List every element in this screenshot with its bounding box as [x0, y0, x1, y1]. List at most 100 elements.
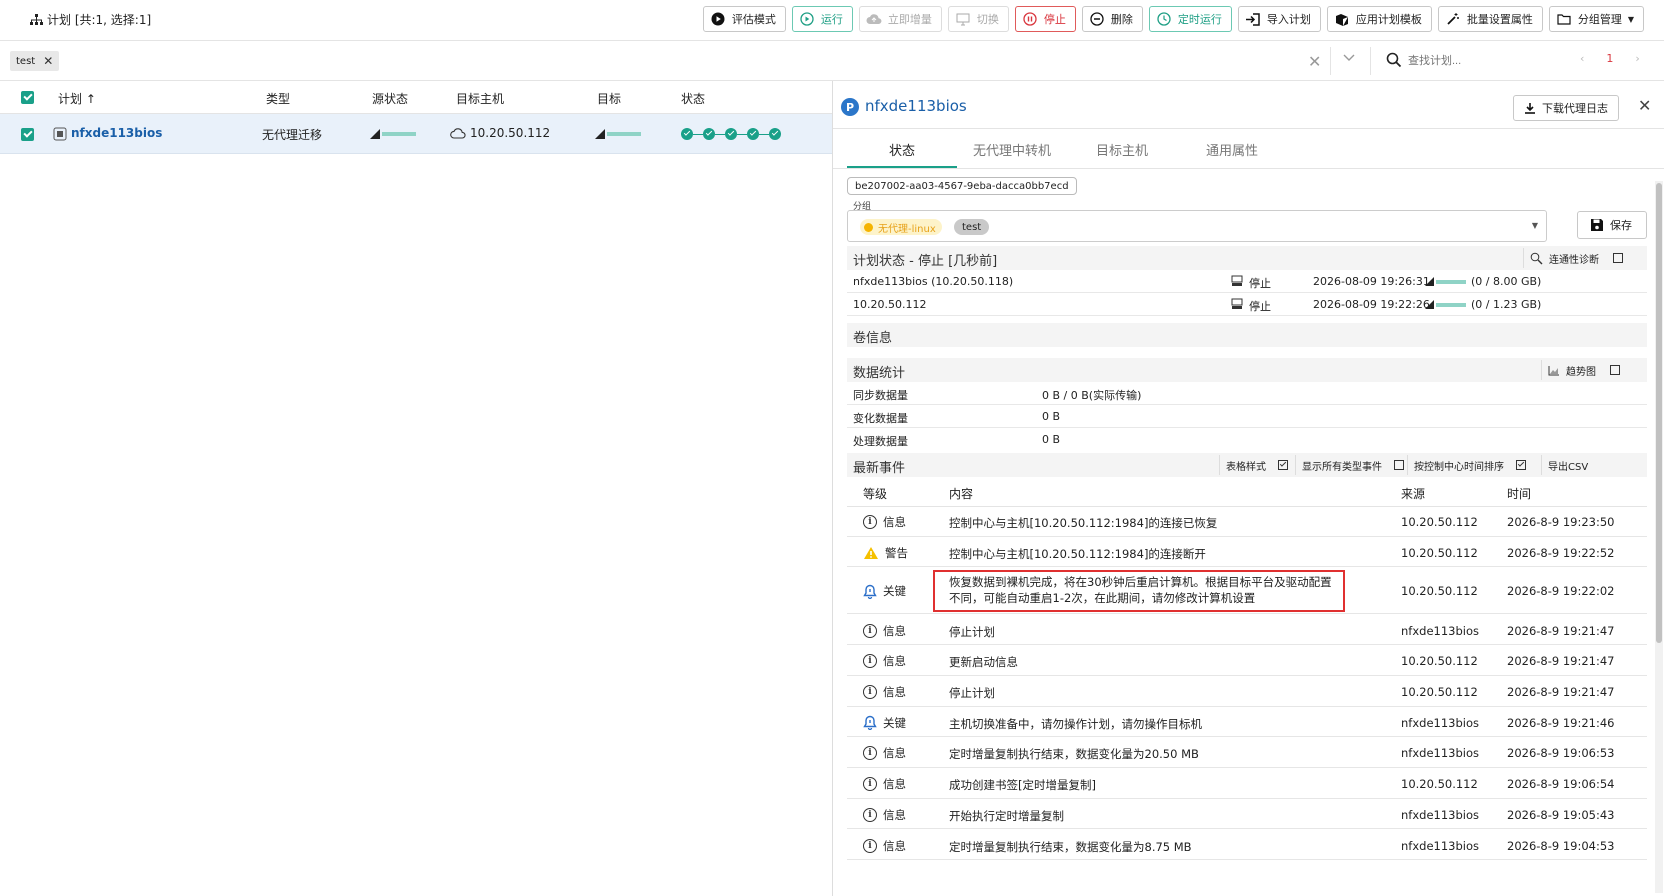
event-row[interactable]: i 信息 停止计划 nfxde113bios 2026-8-9 19:21:47	[847, 616, 1647, 646]
event-content: 定时增量复制执行结束，数据变化量为8.75 MB	[949, 839, 1192, 854]
event-row[interactable]: i 信息 开始执行定时增量复制 nfxde113bios 2026-8-9 19:05:…	[847, 800, 1647, 830]
group-select[interactable]: 无代理-linux test ▼	[847, 210, 1547, 242]
event-source: 10.20.50.112	[1401, 515, 1478, 529]
warning-icon	[863, 546, 879, 560]
panel-header: P nfxde113bios 下载代理日志 ✕	[833, 81, 1664, 129]
events-table-header: 等级 内容 来源 时间	[847, 477, 1647, 507]
event-level: 警告	[863, 545, 908, 561]
event-time: 2026-8-9 19:23:50	[1507, 515, 1615, 529]
show-all-checkbox[interactable]	[1394, 460, 1404, 470]
plan-status-section: 计划状态 - 停止 [几秒前] 连通性诊断	[847, 246, 1647, 270]
download-log-button[interactable]: 下载代理日志	[1513, 95, 1619, 121]
event-row[interactable]: i 信息 成功创建书签[定时增量复制] 10.20.50.112 2026-8-9 19…	[847, 769, 1647, 799]
event-level: i 信息	[863, 514, 906, 530]
info-circle-icon: i	[863, 838, 877, 853]
event-level: i 信息	[863, 653, 906, 669]
cloud-icon	[450, 128, 466, 139]
event-time: 2026-8-9 19:06:53	[1507, 746, 1615, 761]
evaluate-mode-button[interactable]: 评估模式	[702, 6, 786, 32]
diagnosis-checkbox[interactable]	[1613, 253, 1623, 263]
prev-page-icon[interactable]: ‹	[1580, 52, 1584, 65]
batch-settings-button[interactable]: 批量设置属性	[1437, 6, 1543, 32]
plan-type: 无代理迁移	[262, 128, 323, 142]
event-time: 2026-8-9 19:05:43	[1507, 807, 1615, 822]
trend-chart-toggle[interactable]: 趋势图	[1541, 360, 1620, 380]
sort-by-center-time-toggle[interactable]: 按控制中心时间排序	[1407, 455, 1526, 475]
event-source: nfxde113bios	[1401, 807, 1479, 822]
event-time: 2026-8-9 19:21:47	[1507, 654, 1615, 669]
col-source-status: 源状态	[372, 92, 409, 106]
tab-target-host[interactable]: 目标主机	[1067, 136, 1177, 168]
caret-down-icon: ▼	[1627, 14, 1634, 24]
info-circle-icon: i	[863, 515, 877, 529]
folder-icon	[1556, 11, 1572, 27]
event-row[interactable]: i 信息 定时增量复制执行结束，数据变化量为8.75 MB nfxde113bios 2…	[847, 831, 1647, 860]
info-circle-icon: i	[863, 685, 877, 699]
event-row[interactable]: i 信息 定时增量复制执行结束，数据变化量为20.50 MB nfxde113bios…	[847, 738, 1647, 768]
close-icon[interactable]: ✕	[1638, 96, 1651, 115]
tab-agentless-relay[interactable]: 无代理中转机	[957, 136, 1067, 168]
data-stats-section: 数据统计 趋势图	[847, 358, 1647, 382]
info-circle-icon: i	[863, 654, 877, 669]
immediate-increment-button[interactable]: 立即增量	[858, 6, 942, 32]
plan-name-link[interactable]: nfxde113bios	[71, 126, 162, 140]
diagnose-icon	[1530, 252, 1543, 264]
sign-in-icon	[1245, 11, 1261, 27]
save-button[interactable]: 保存	[1577, 211, 1647, 239]
group-management-button[interactable]: 分组管理 ▼	[1548, 6, 1644, 32]
tab-general[interactable]: 通用属性	[1177, 136, 1287, 168]
event-row[interactable]: i 信息 更新启动信息 10.20.50.112 2026-8-9 19:21:47	[847, 646, 1647, 676]
current-page[interactable]: 1	[1606, 52, 1613, 65]
table-row[interactable]: nfxde113bios 无代理迁移 10.20.50.112	[0, 114, 832, 154]
sort-checkbox[interactable]	[1516, 460, 1526, 470]
plan-detail-panel: P nfxde113bios 下载代理日志 ✕ 状态 无代理中转机 目标主机 通…	[832, 81, 1664, 896]
check-circle-icon	[703, 128, 715, 140]
event-time: 2026-8-9 19:06:54	[1507, 777, 1615, 792]
status-chain	[681, 128, 781, 140]
remove-tag-icon[interactable]: ✕	[43, 54, 53, 68]
pause-circle-icon	[1022, 11, 1038, 27]
tab-status[interactable]: 状态	[847, 136, 957, 168]
import-plan-button[interactable]: 导入计划	[1237, 6, 1321, 32]
clock-icon	[1156, 11, 1172, 27]
event-row[interactable]: 警告 控制中心与主机[10.20.50.112:1984]的连接断开 10.20.5…	[847, 538, 1647, 568]
minus-circle-icon	[1089, 11, 1105, 27]
event-source: nfxde113bios	[1401, 623, 1479, 638]
event-time: 2026-8-9 19:04:53	[1507, 838, 1615, 853]
export-csv-button[interactable]: 导出CSV	[1541, 455, 1588, 475]
panel-tabs: 状态 无代理中转机 目标主机 通用属性	[847, 136, 1287, 168]
sort-up-icon: ↑	[85, 92, 96, 106]
switch-button[interactable]: 切换	[947, 6, 1009, 32]
select-all-checkbox[interactable]	[21, 91, 34, 104]
event-source: 10.20.50.112	[1401, 545, 1478, 560]
table-style-checkbox[interactable]	[1278, 460, 1288, 470]
event-source: 10.20.50.112	[1401, 777, 1478, 792]
event-level: 关键	[863, 715, 906, 731]
event-row[interactable]: i 信息 停止计划 10.20.50.112 2026-8-9 19:21:47	[847, 677, 1647, 707]
stop-button[interactable]: 停止	[1014, 6, 1076, 32]
connectivity-diagnosis-toggle[interactable]: 连通性诊断	[1523, 248, 1623, 268]
event-row[interactable]: i 信息 控制中心与主机[10.20.50.112:1984]的连接已恢复 10.20…	[847, 507, 1647, 537]
clear-filter-icon[interactable]: ✕	[1308, 52, 1321, 71]
run-button[interactable]: 运行	[791, 6, 853, 32]
next-page-icon[interactable]: ›	[1635, 52, 1639, 65]
table-header: 计划 ↑ 类型 源状态 目标主机 目标 状态	[0, 81, 832, 114]
scheduled-run-button[interactable]: 定时运行	[1148, 6, 1232, 32]
caret-down-icon: ▼	[1531, 221, 1538, 230]
table-style-toggle[interactable]: 表格样式	[1219, 455, 1288, 475]
chevron-down-icon[interactable]	[1342, 51, 1356, 67]
filter-tag[interactable]: test ✕	[10, 51, 60, 71]
row-checkbox[interactable]	[21, 128, 34, 141]
play-circle-icon	[710, 11, 726, 27]
event-level: i 信息	[863, 623, 906, 639]
save-icon	[1591, 219, 1603, 231]
show-all-events-toggle[interactable]: 显示所有类型事件	[1295, 455, 1404, 475]
apply-template-button[interactable]: 应用计划模板	[1326, 6, 1432, 32]
search-input[interactable]	[1408, 49, 1558, 73]
delete-button[interactable]: 删除	[1081, 6, 1143, 32]
event-row[interactable]: 关键 主机切换准备中，请勿操作计划，请勿操作目标机 nfxde113bios 2026…	[847, 708, 1647, 738]
scrollbar-thumb[interactable]	[1656, 183, 1662, 643]
col-plan[interactable]: 计划 ↑	[58, 90, 96, 107]
volume-info-section[interactable]: 卷信息	[847, 323, 1647, 347]
trend-checkbox[interactable]	[1610, 365, 1620, 375]
